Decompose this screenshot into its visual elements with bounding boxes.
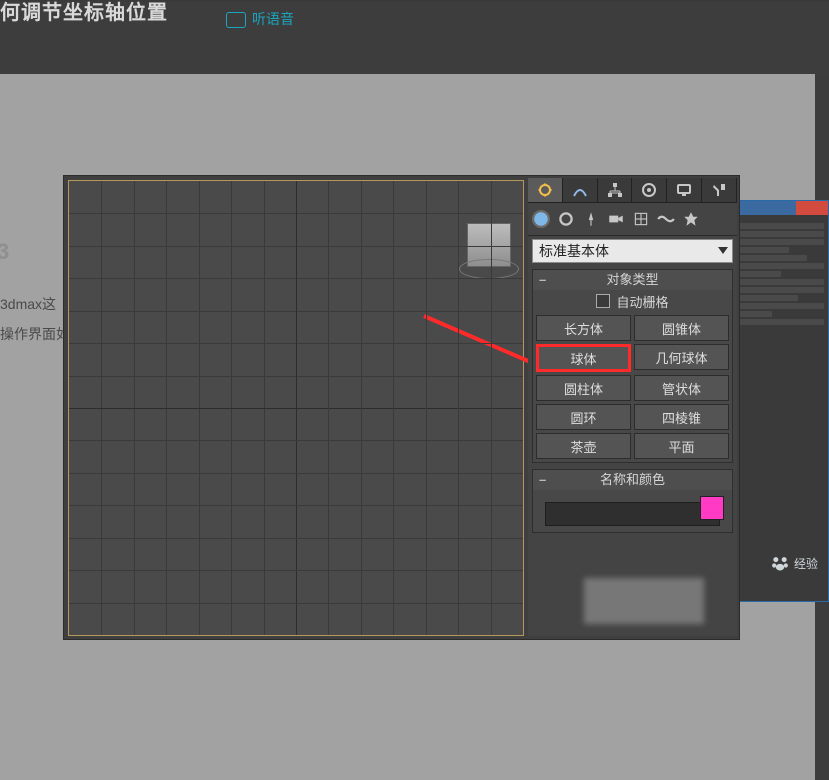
subtype-dropdown[interactable]: 标准基本体 [532,239,733,263]
btn-tube[interactable]: 管状体 [634,375,729,401]
btn-teapot[interactable]: 茶壶 [536,433,631,459]
close-button[interactable] [796,201,828,215]
experience-badge: 经验 [770,553,818,573]
background-app-window: 经验 [732,200,829,602]
category-geometry[interactable] [532,210,550,228]
category-systems[interactable] [682,210,700,228]
maximize-button[interactable] [765,201,797,215]
btn-pyramid[interactable]: 四棱锥 [634,404,729,430]
tab-modify[interactable] [563,178,598,202]
autogrid-row: 自动栅格 [533,290,732,312]
category-cameras[interactable] [607,210,625,228]
step-number: 3 [0,239,9,265]
rollout-header-objtype[interactable]: 对象类型 [533,270,732,290]
paw-icon [770,553,790,573]
autogrid-label: 自动栅格 [616,292,668,311]
object-color-swatch[interactable] [700,496,724,520]
tab-utilities[interactable] [702,178,737,202]
page-title: 何调节坐标轴位置 [0,0,168,26]
body-text-frag2: 操作界面如 [0,324,70,344]
btn-plane[interactable]: 平面 [634,433,729,459]
btn-sphere[interactable]: 球体 [536,344,631,372]
category-lights[interactable] [582,210,600,228]
btn-cylinder[interactable]: 圆柱体 [536,375,631,401]
btn-box[interactable]: 长方体 [536,315,631,341]
category-shapes[interactable] [557,210,575,228]
category-helpers[interactable] [632,210,650,228]
autogrid-checkbox[interactable] [596,294,610,308]
audio-label: 听语音 [252,11,294,27]
tab-hierarchy[interactable] [598,178,633,202]
command-panel: 标准基本体 对象类型 自动栅格 长方体 圆锥体 球体 几何球体 圆柱体 管状体 … [528,178,737,636]
btn-torus[interactable]: 圆环 [536,404,631,430]
btn-cone[interactable]: 圆锥体 [634,315,729,341]
rollout-name-color: 名称和颜色 [532,469,733,533]
rollout-header-namecolor[interactable]: 名称和颜色 [533,470,732,490]
audio-link[interactable]: 听语音 [226,6,294,32]
btn-geosphere[interactable]: 几何球体 [634,344,729,370]
tab-display[interactable] [667,178,702,202]
page-header: 何调节坐标轴位置 听语音 [0,2,829,44]
body-text-frag1: 3dmax这 [0,294,56,314]
create-category-row [528,203,737,236]
tab-motion[interactable] [632,178,667,202]
object-name-input[interactable] [545,502,720,526]
speaker-icon [226,12,246,28]
viewport-top[interactable]: // placeholder – lines injected after da… [68,180,524,636]
dropdown-value: 标准基本体 [539,243,609,259]
panel-main-tabs [528,178,737,203]
rollout-object-type: 对象类型 自动栅格 长方体 圆锥体 球体 几何球体 圆柱体 管状体 圆环 四棱锥… [532,269,733,463]
blurred-region [584,578,704,624]
tab-create[interactable] [528,178,563,202]
viewcube-ring[interactable] [459,259,519,279]
category-spacewarps[interactable] [657,210,675,228]
screenshot-frame: // placeholder – lines injected after da… [63,175,740,640]
